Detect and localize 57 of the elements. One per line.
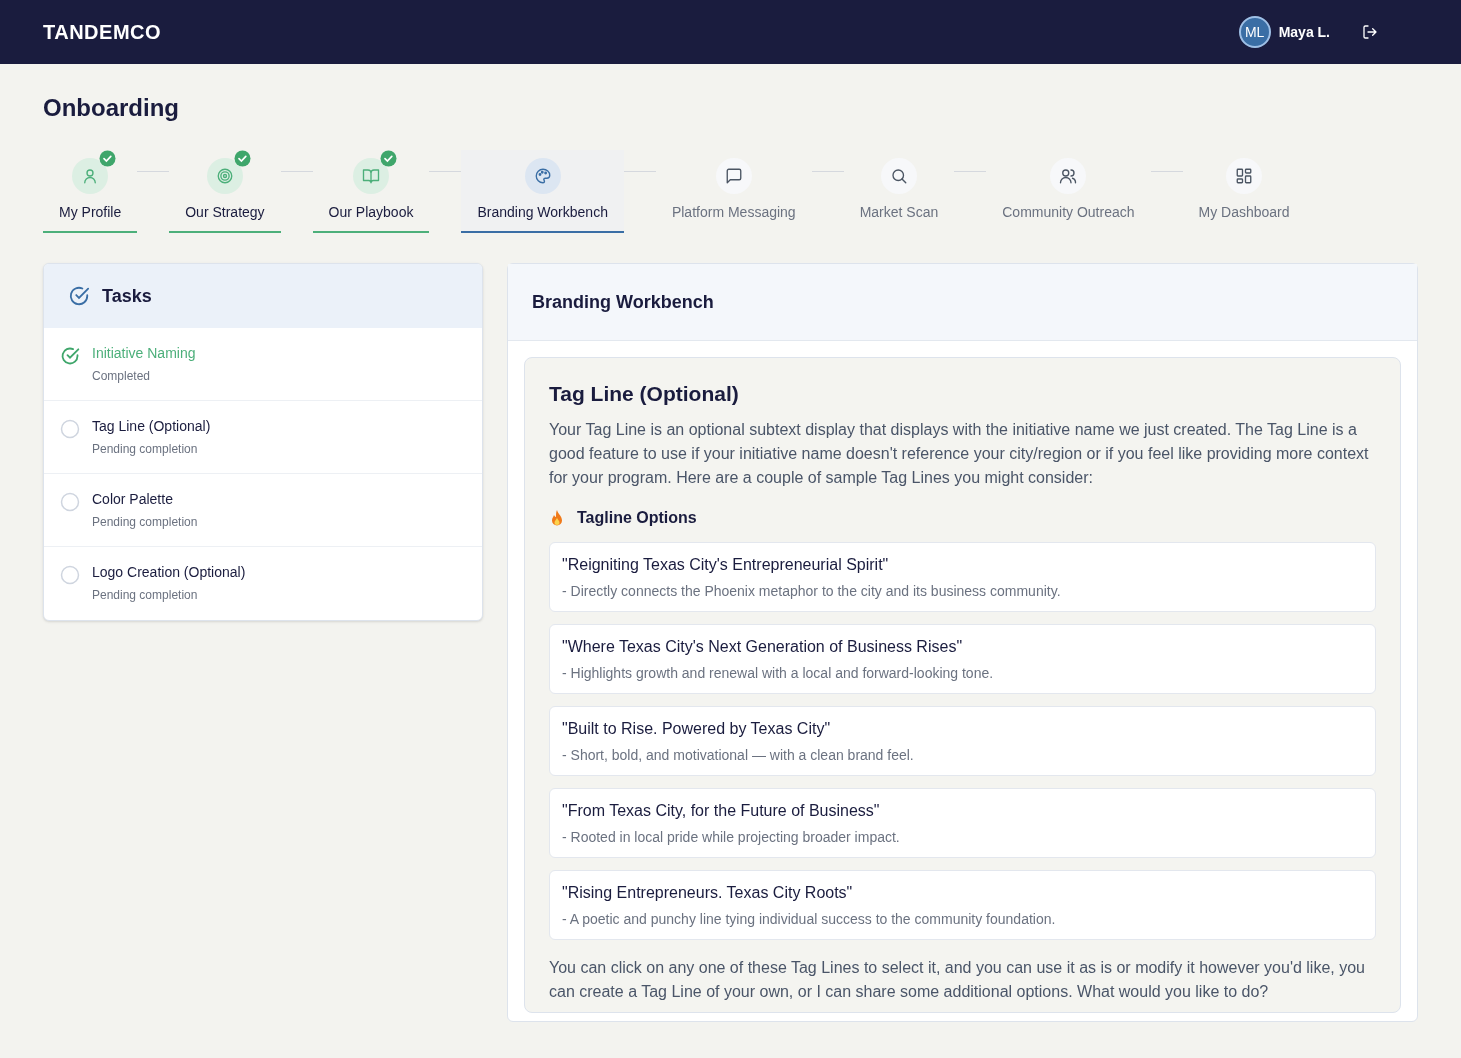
chat-bubble-icon (724, 167, 743, 185)
option-note: - Rooted in local pride while projecting broader impact. (562, 827, 901, 847)
logout-icon[interactable] (1362, 24, 1378, 40)
task-status: Pending completion (92, 587, 199, 604)
tagline-option[interactable]: "Reigniting Texas City's Entrepreneurial Spirit" - Directly connects the Phoenix metaphor to the city and its business community. (549, 541, 1376, 612)
tagline-option[interactable]: "From Texas City, for the Future of Business" - Rooted in local pride while projecting broader impact. (549, 787, 1376, 858)
option-note: - A poetic and punchy line tying individual success to the community foundation. (562, 909, 1057, 929)
step-tab[interactable]: My Dashboard (1182, 150, 1306, 233)
intro-paragraph: Your Tag Line is an optional subtext display that displays with the initiative name we just created. The Tag Line is a good feature to use if your initiative name doesn't reference your city/region or if you feel like providing more context for your program. Here are a couple of sample Tag Lines you might consider: (549, 419, 1370, 488)
logo: TANDEMCO (43, 20, 162, 45)
panel-title: Branding Workbench (532, 291, 714, 314)
option-note: - Directly connects the Phoenix metaphor to the city and its business community. (562, 581, 1062, 601)
step-tab[interactable]: Our Strategy (169, 150, 281, 233)
option-note: - Short, bold, and motivational — with a clean brand feel. (562, 745, 915, 765)
check-badge-icon (233, 150, 251, 167)
target-icon (215, 167, 234, 185)
section-title: Tag Line (Optional) (549, 381, 740, 407)
step-tab[interactable]: Community Outreach (986, 150, 1151, 233)
task-title: Logo Creation (Optional) (92, 563, 246, 582)
option-note: - Highlights growth and renewal with a local and forward-looking tone. (562, 663, 995, 683)
book-icon (362, 167, 380, 185)
task-item[interactable]: Initiative Naming Completed (44, 328, 482, 401)
people-icon (1059, 167, 1078, 185)
check-circle-icon (68, 285, 90, 307)
tagline-option[interactable]: "Where Texas City's Next Generation of Business Rises" - Highlights growth and renewal with a local and forward-looking tone. (549, 623, 1376, 694)
check-badge-icon (380, 150, 397, 167)
option-title: "Where Texas City's Next Generation of Business Rises" (562, 636, 964, 657)
step-tab[interactable]: My Profile (43, 150, 138, 233)
user-name: Maya L. (1278, 23, 1330, 42)
task-title: Initiative Naming (92, 344, 196, 363)
panel-title: Tasks (102, 285, 152, 308)
task-title: Tag Line (Optional) (92, 417, 211, 436)
task-item[interactable]: Logo Creation (Optional) Pending completion (44, 547, 482, 620)
outro-paragraph: You can click on any one of these Tag Lines to select it, and you can use it as is or modify it however you'd like, you can create a Tag Line of your own, or I can share some additional options. What would you like to do? (549, 957, 1366, 1002)
tagline-option[interactable]: "Rising Entrepreneurs. Texas City Roots" - A poetic and punchy line tying individual success to the community foundation. (549, 869, 1376, 940)
step-tab[interactable]: Market Scan (843, 150, 955, 233)
task-item[interactable]: Tag Line (Optional) Pending completion (44, 401, 482, 474)
option-title: "Reigniting Texas City's Entrepreneurial Spirit" (562, 554, 890, 575)
flame-icon (549, 508, 565, 527)
task-status: Completed (92, 368, 152, 385)
task-status: Pending completion (92, 441, 199, 458)
palette-icon (533, 167, 552, 185)
user-avatar[interactable]: ML (1238, 16, 1271, 48)
option-title: "Built to Rise. Powered by Texas City" (562, 718, 832, 739)
check-badge-icon (99, 150, 117, 167)
task-item[interactable]: Color Palette Pending completion (44, 474, 482, 547)
task-title: Color Palette (92, 490, 174, 509)
task-status: Pending completion (92, 514, 198, 531)
step-tab[interactable]: Our Playbook (312, 150, 430, 233)
options-heading: Tagline Options (577, 507, 697, 528)
option-title: "Rising Entrepreneurs. Texas City Roots" (562, 882, 854, 903)
option-title: "From Texas City, for the Future of Business" (562, 800, 881, 821)
search-icon (889, 167, 908, 185)
page-title: Onboarding (43, 93, 180, 123)
tagline-option[interactable]: "Built to Rise. Powered by Texas City" - Short, bold, and motivational — with a clean brand feel. (549, 705, 1376, 776)
step-tab[interactable]: Platform Messaging (655, 150, 812, 233)
grid-icon (1235, 167, 1254, 185)
